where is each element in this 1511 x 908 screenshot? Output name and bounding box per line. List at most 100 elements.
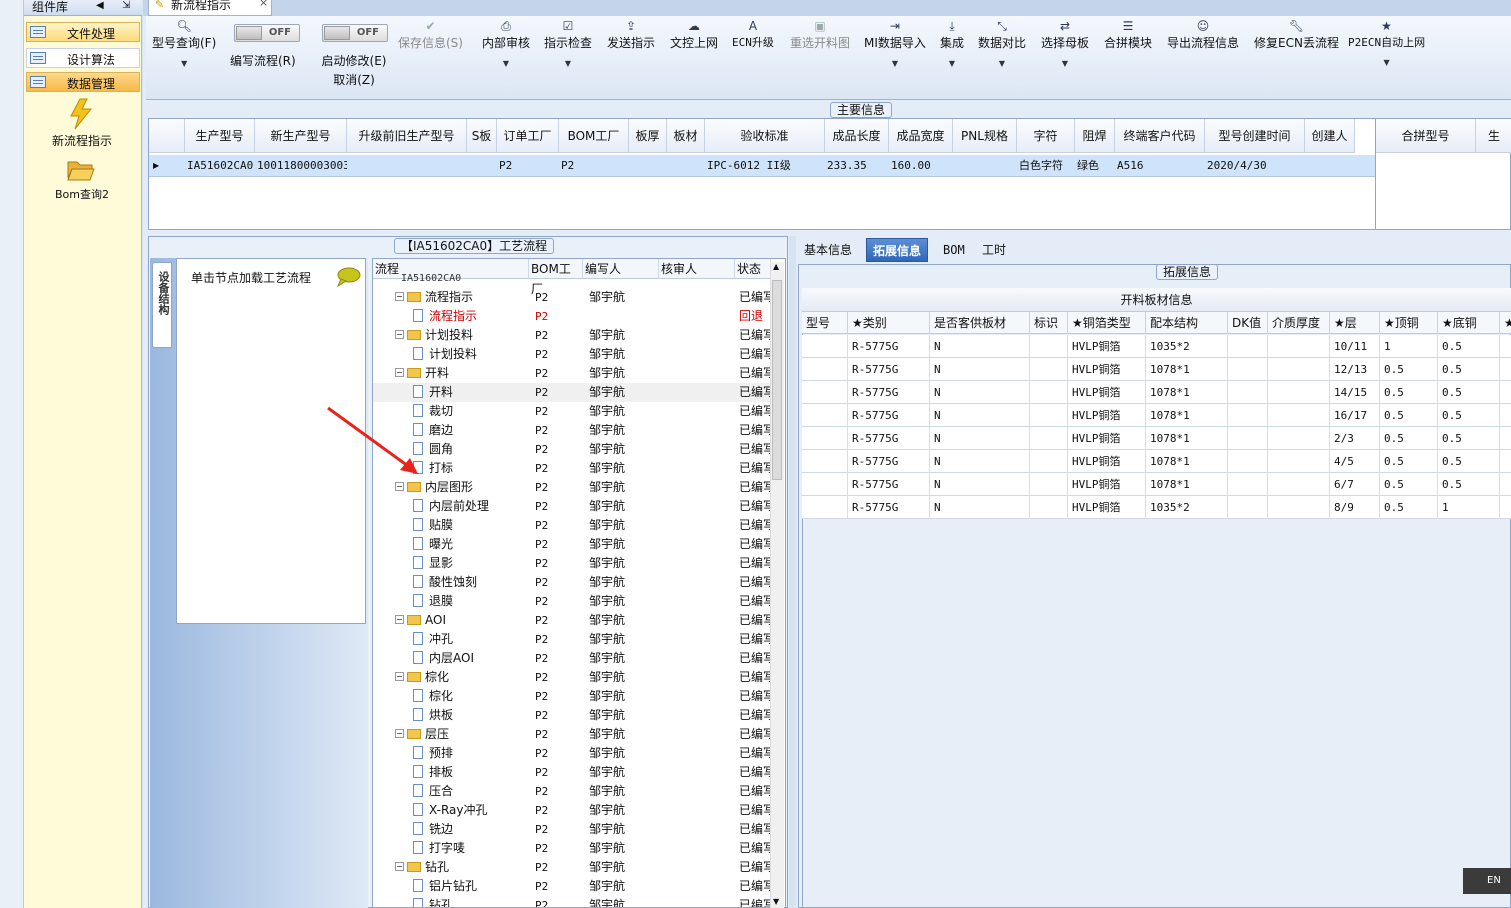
table-row[interactable]: R-5775G N HVLP铜箔 1078*1 2/3 0.5 0.5 (802, 427, 1511, 450)
column-header[interactable]: ★顶铜 (1380, 312, 1438, 334)
ecn-upgrade-button[interactable]: A ECN升级 (732, 18, 774, 50)
tree-row[interactable]: − 计划投料 P2 邹宇航 已编写 (373, 326, 771, 345)
column-header[interactable]: BOM工厂 (559, 119, 629, 153)
column-header[interactable]: 生 (1476, 119, 1511, 153)
column-header[interactable]: 型号 (802, 312, 848, 334)
rechoose-chart-button[interactable]: ▣ 重选开料图 (790, 18, 850, 51)
tree-row[interactable]: 流程指示 P2 回退 (373, 307, 771, 326)
table-row[interactable]: R-5775G N HVLP铜箔 1078*1 14/15 0.5 0.5 (802, 381, 1511, 404)
mi-import-button[interactable]: ⇥ MI数据导入 ▼ (864, 18, 926, 68)
column-header[interactable]: DK值 (1228, 312, 1268, 334)
pin-icon[interactable]: ⇲ (122, 0, 130, 11)
collapse-toggle-icon[interactable]: − (395, 672, 404, 681)
choose-mother-board-button[interactable]: ⇄ 选择母板 ▼ (1041, 18, 1089, 68)
merge-module-button[interactable]: ☰ 合拼模块 (1104, 18, 1152, 51)
column-header[interactable]: 介质厚度 (1268, 312, 1330, 334)
collapse-toggle-icon[interactable]: − (395, 292, 404, 301)
scroll-up-icon[interactable]: ▲ (773, 262, 779, 271)
tree-row[interactable]: 贴膜 P2 邹宇航 已编写 (373, 516, 771, 535)
doc-upload-button[interactable]: ☁ 文控上网 (670, 18, 718, 51)
tree-row[interactable]: 开料 P2 邹宇航 已编写 (373, 383, 771, 402)
tree-row[interactable]: − 开料 P2 邹宇航 已编写 (373, 364, 771, 383)
column-header[interactable]: 板厚 (629, 119, 667, 153)
table-row[interactable]: R-5775G N HVLP铜箔 1078*1 4/5 0.5 0.5 (802, 450, 1511, 473)
column-header[interactable]: 字符 (1017, 119, 1075, 153)
column-header[interactable]: ★底铜 (1438, 312, 1500, 334)
tree-row[interactable]: − 棕化 P2 邹宇航 已编写 (373, 668, 771, 687)
tab-bom[interactable]: BOM (937, 238, 971, 262)
column-header[interactable]: PNL规格 (953, 119, 1017, 153)
column-header[interactable]: 配本结构 (1146, 312, 1228, 334)
sidebar-item-file-processing[interactable]: 文件处理 (26, 22, 140, 42)
sidebar-item-design-algorithm[interactable]: 设计算法 (26, 48, 140, 68)
table-row[interactable]: R-5775G N HVLP铜箔 1078*1 6/7 0.5 0.5 (802, 473, 1511, 496)
column-header[interactable]: 验收标准 (705, 119, 825, 153)
collapse-icon[interactable]: ◀ (96, 0, 104, 11)
tree-row[interactable]: 曝光 P2 邹宇航 已编写 (373, 535, 771, 554)
close-icon[interactable]: × (259, 0, 268, 9)
tab-extended-info[interactable]: 拓展信息 (866, 238, 929, 262)
column-header[interactable]: 是否客供板材 (930, 312, 1030, 334)
tree-row[interactable]: 冲孔 P2 邹宇航 已编写 (373, 630, 771, 649)
column-header[interactable]: 标识 (1030, 312, 1068, 334)
column-header[interactable]: ★类别 (848, 312, 930, 334)
column-header[interactable]: 升级前旧生产型号 (347, 119, 467, 153)
save-info-button[interactable]: ✔ 保存信息(S) (398, 18, 463, 51)
p2ecn-auto-upload-button[interactable]: ★ P2ECN自动上网 ▼ (1348, 18, 1425, 67)
tab-work-hours[interactable]: 工时 (976, 238, 1012, 262)
tree-row[interactable]: 内层AOI P2 邹宇航 已编写 (373, 649, 771, 668)
tree-row[interactable]: − 钻孔 P2 邹宇航 已编写 (373, 858, 771, 877)
column-header[interactable]: ★铜箔类型 (1068, 312, 1146, 334)
collapse-toggle-icon[interactable]: − (395, 330, 404, 339)
column-header[interactable]: 板材 (667, 119, 705, 153)
column-header[interactable]: 生产型号 (185, 119, 255, 153)
tree-row[interactable]: 裁切 P2 邹宇航 已编写 (373, 402, 771, 421)
collapse-toggle-icon[interactable]: − (395, 862, 404, 871)
table-row[interactable]: R-5775G N HVLP铜箔 1035*2 10/11 1 0.5 (802, 335, 1511, 358)
tab-new-flow[interactable]: ✎ 新流程指示 × (148, 0, 272, 16)
tree-row[interactable]: − 内层图形 P2 邹宇航 已编写 (373, 478, 771, 497)
tree-row[interactable]: 压合 P2 邹宇航 已编写 (373, 782, 771, 801)
export-flow-button[interactable]: ☺ 导出流程信息 (1167, 18, 1239, 51)
tree-row[interactable]: 打字唛 P2 邹宇航 已编写 (373, 839, 771, 858)
tree-row[interactable]: 磨边 P2 邹宇航 已编写 (373, 421, 771, 440)
scroll-down-icon[interactable]: ▼ (773, 897, 779, 906)
panel-splitter[interactable] (789, 236, 796, 908)
data-compare-button[interactable]: ⤡ 数据对比 ▼ (978, 18, 1026, 68)
instruction-check-button[interactable]: ☑ 指示检查 ▼ (544, 18, 592, 68)
tree-row[interactable]: − 层压 P2 邹宇航 已编写 (373, 725, 771, 744)
column-header[interactable]: 成品长度 (825, 119, 889, 153)
column-header[interactable]: ★ (1500, 312, 1511, 334)
fix-ecn-button[interactable]: 🔧︎ 修复ECN丢流程 (1254, 18, 1339, 51)
tree-row[interactable]: 排板 P2 邹宇航 已编写 (373, 763, 771, 782)
collapse-toggle-icon[interactable]: − (395, 368, 404, 377)
write-flow-toggle[interactable]: OFF (234, 24, 300, 42)
tree-row[interactable]: 铣边 P2 邹宇航 已编写 (373, 820, 771, 839)
tree-row[interactable]: − AOI P2 邹宇航 已编写 (373, 611, 771, 630)
send-instruction-button[interactable]: ⇪ 发送指示 (607, 18, 655, 51)
column-header[interactable]: S板 (467, 119, 497, 153)
sidebar-item-data-management[interactable]: 数据管理 (26, 72, 140, 92)
collapse-toggle-icon[interactable]: − (395, 729, 404, 738)
collapse-toggle-icon[interactable]: − (395, 482, 404, 491)
column-header[interactable]: ★层 (1330, 312, 1380, 334)
collapse-toggle-icon[interactable]: − (395, 615, 404, 624)
tab-basic-info[interactable]: 基本信息 (798, 238, 858, 262)
tool-new-flow[interactable]: 新流程指示 (24, 98, 142, 148)
start-modify-toggle[interactable]: OFF (322, 24, 388, 42)
table-row[interactable]: R-5775G N HVLP铜箔 1078*1 16/17 0.5 0.5 (802, 404, 1511, 427)
column-header[interactable]: 创建人 (1305, 119, 1355, 153)
tree-row[interactable]: 棕化 P2 邹宇航 已编写 (373, 687, 771, 706)
table-row[interactable]: R-5775G N HVLP铜箔 1078*1 12/13 0.5 0.5 (802, 358, 1511, 381)
column-header[interactable]: 合拼型号 (1376, 119, 1476, 153)
column-header[interactable]: 终端客户代码 (1115, 119, 1205, 153)
tree-row[interactable]: 烘板 P2 邹宇航 已编写 (373, 706, 771, 725)
tree-row[interactable]: 酸性蚀刻 P2 邹宇航 已编写 (373, 573, 771, 592)
internal-review-button[interactable]: ⎙ 内部审核 ▼ (482, 18, 530, 68)
tab-equipment-structure[interactable]: 设备结构 (152, 262, 172, 348)
tree-row[interactable]: 圆角 P2 邹宇航 已编写 (373, 440, 771, 459)
tree-row[interactable]: 钻孔 P2 邹宇航 已编写 (373, 896, 771, 907)
tree-row[interactable]: 内层前处理 P2 邹宇航 已编写 (373, 497, 771, 516)
tree-row[interactable]: 预排 P2 邹宇航 已编写 (373, 744, 771, 763)
column-header[interactable]: 成品宽度 (889, 119, 953, 153)
